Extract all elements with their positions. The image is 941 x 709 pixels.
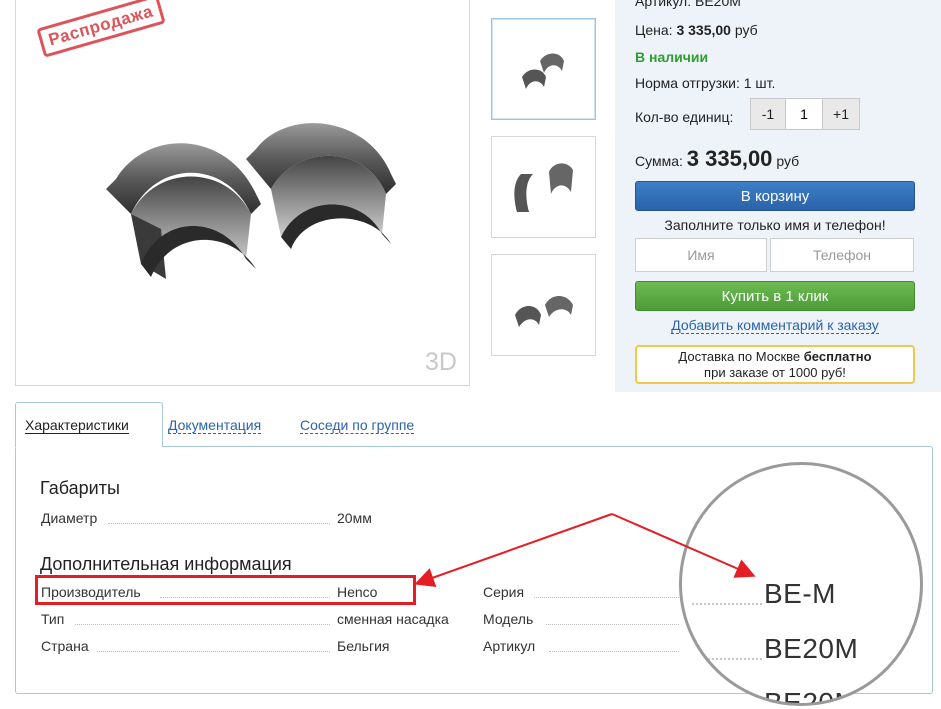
magnified-series: BE-M — [764, 578, 836, 609]
magnifier-callout: BE-M BE20M BE20M — [679, 462, 923, 706]
quantity-label: Кол-во единиц: — [635, 109, 734, 125]
thumbnail-image — [514, 296, 573, 327]
extra-info-title: Дополнительная информация — [40, 554, 292, 574]
article-line: Артикул: BE20M — [635, 0, 741, 9]
article-label: Артикул: — [635, 0, 692, 9]
magnified-article: BE20M — [764, 687, 859, 706]
tab-divider — [16, 445, 162, 448]
sum-currency: руб — [776, 153, 800, 169]
price-currency: руб — [734, 22, 758, 38]
quick-order-hint: Заполните только имя и телефон! — [664, 217, 886, 233]
thumbnail-image — [521, 53, 564, 89]
leader-dots — [549, 651, 679, 652]
thumbnail-1[interactable] — [491, 18, 596, 120]
phone-field[interactable] — [770, 238, 914, 272]
leader-dots — [108, 523, 330, 524]
leader-dots — [97, 651, 330, 652]
spec-label: Тип — [41, 611, 65, 627]
spec-value: Бельгия — [337, 638, 390, 654]
thumbnail-2[interactable] — [491, 136, 596, 238]
shipping-norm: Норма отгрузки: 1 шт. — [635, 75, 776, 91]
add-comment-link-text[interactable]: Добавить комментарий к заказу — [671, 317, 879, 334]
main-product-image[interactable]: Распродажа 3D — [15, 0, 470, 386]
sum-value: 3 335,00 — [686, 146, 773, 171]
spec-label: Диаметр — [41, 510, 98, 526]
buy-one-click-button[interactable]: Купить в 1 клик — [635, 281, 915, 311]
tab-label: Документация — [168, 417, 262, 434]
delivery-condition: при заказе от 1000 руб! — [704, 365, 846, 380]
sum-label: Сумма: — [635, 153, 683, 169]
dimensions-title: Габариты — [40, 478, 120, 498]
delivery-text: Доставка по Москве — [678, 349, 804, 364]
leader-dots — [75, 624, 330, 625]
spec-label: Артикул — [483, 638, 536, 654]
tab-label: Соседи по группе — [300, 417, 415, 434]
quantity-stepper: -1 +1 — [750, 98, 860, 130]
manufacturer-highlight-box — [35, 575, 416, 605]
price-value: 3 335,00 — [676, 22, 731, 38]
thumbnail-image — [513, 163, 573, 212]
tab-group-neighbors[interactable]: Соседи по группе — [300, 417, 415, 434]
spec-label: Серия — [483, 584, 525, 600]
delivery-info: Доставка по Москве бесплатно при заказе … — [635, 345, 915, 384]
leader-dots — [546, 624, 679, 625]
sale-stamp: Распродажа — [36, 0, 166, 58]
quantity-decrease-button[interactable]: -1 — [750, 98, 786, 130]
article-value: BE20M — [694, 0, 741, 9]
leader-dots — [692, 603, 762, 605]
tab-documentation[interactable]: Документация — [168, 417, 262, 434]
spec-label: Страна — [41, 638, 89, 654]
leader-dots — [534, 597, 679, 598]
leader-dots — [692, 658, 762, 660]
add-to-cart-button[interactable]: В корзину — [635, 181, 915, 211]
price-label: Цена: — [635, 22, 673, 38]
quantity-input[interactable] — [786, 98, 822, 130]
spec-value: 20мм — [337, 510, 372, 526]
add-comment-link[interactable]: Добавить комментарий к заказу — [635, 317, 915, 334]
name-field[interactable] — [635, 238, 767, 272]
stock-status: В наличии — [635, 49, 709, 65]
delivery-free: бесплатно — [803, 349, 872, 364]
product-illustration — [106, 123, 396, 279]
spec-label: Модель — [483, 611, 534, 627]
thumbnail-3[interactable] — [491, 254, 596, 356]
magnified-model: BE20M — [764, 633, 859, 664]
tab-label: Характеристики — [25, 417, 129, 434]
sum-line: Сумма: 3 335,00 руб — [635, 146, 799, 172]
3d-view-badge[interactable]: 3D — [425, 348, 457, 377]
buy-panel: Артикул: BE20M Цена: 3 335,00 руб В нали… — [615, 0, 941, 392]
spec-value: сменная насадка — [337, 611, 449, 627]
quantity-increase-button[interactable]: +1 — [822, 98, 860, 130]
price-line: Цена: 3 335,00 руб — [635, 22, 758, 38]
tab-characteristics[interactable]: Характеристики — [15, 402, 163, 447]
